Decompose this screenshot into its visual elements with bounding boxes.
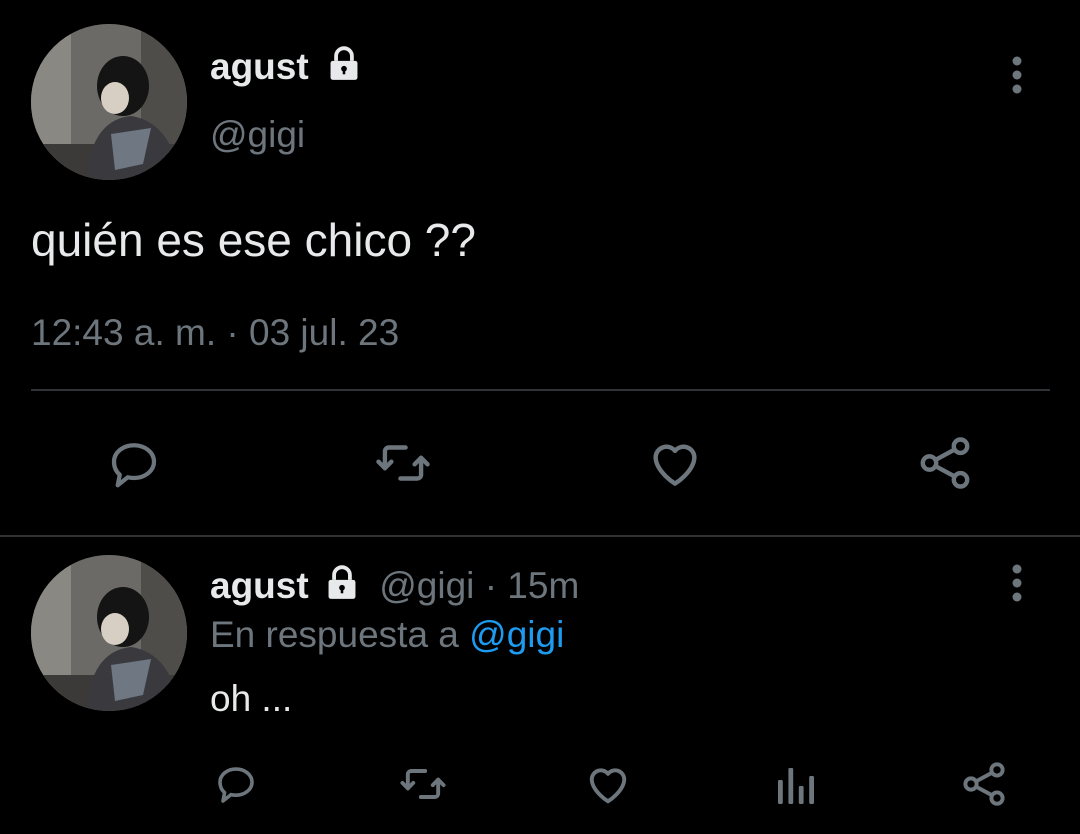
reply-icon[interactable]: [104, 434, 164, 494]
lock-icon: [330, 46, 358, 81]
handle[interactable]: @gigi: [210, 114, 305, 156]
display-name-text: agust: [210, 46, 309, 87]
display-name[interactable]: agust: [210, 565, 309, 606]
reply-context: En respuesta a @gigi: [210, 614, 564, 656]
reply-header: agust @gigi · 15m: [210, 565, 579, 607]
heart-icon[interactable]: [582, 758, 634, 810]
timestamp[interactable]: 12:43 a. m. · 03 jul. 23: [31, 312, 399, 354]
divider: [31, 389, 1050, 391]
share-icon[interactable]: [914, 432, 976, 494]
share-icon[interactable]: [958, 758, 1010, 810]
separator: ·: [484, 565, 498, 606]
lock-icon: [328, 565, 356, 600]
reply-icon[interactable]: [212, 760, 260, 808]
reply-to-link[interactable]: @gigi: [469, 614, 564, 655]
tweet-text: quién es ese chico ??: [31, 214, 476, 266]
more-vertical-icon[interactable]: [1002, 562, 1032, 604]
analytics-icon[interactable]: [774, 760, 818, 808]
avatar[interactable]: [31, 555, 187, 711]
display-name[interactable]: agust: [210, 46, 363, 88]
more-vertical-icon[interactable]: [1002, 54, 1032, 96]
section-divider: [0, 535, 1080, 537]
avatar-photo: [31, 555, 187, 711]
avatar[interactable]: [31, 24, 187, 180]
heart-icon[interactable]: [644, 432, 706, 494]
time-ago[interactable]: 15m: [507, 565, 579, 606]
retweet-icon[interactable]: [396, 758, 450, 810]
reply-prefix: En respuesta a: [210, 614, 459, 655]
retweet-icon[interactable]: [370, 432, 436, 494]
avatar-photo: [31, 24, 187, 180]
tweet-text: oh ...: [210, 678, 293, 719]
handle[interactable]: @gigi: [379, 565, 474, 606]
